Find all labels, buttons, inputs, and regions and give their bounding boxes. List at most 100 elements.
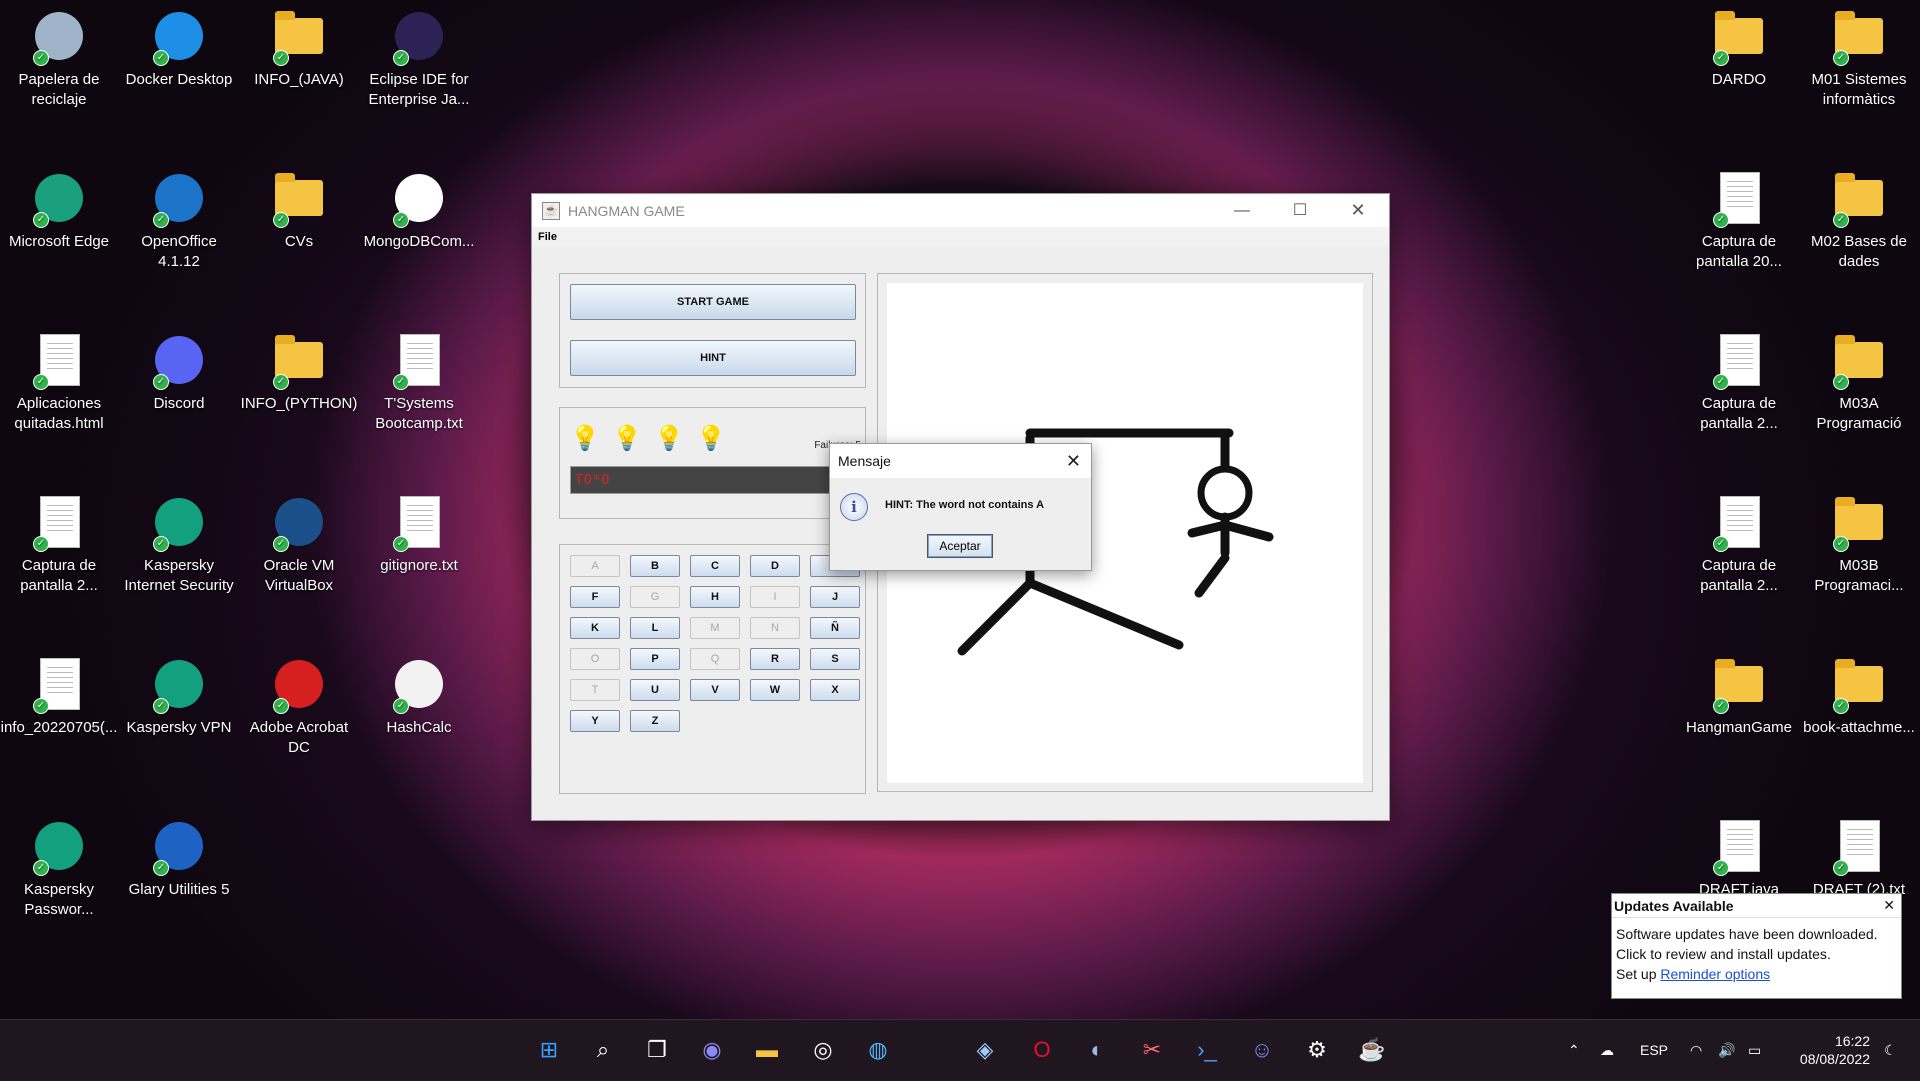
dialog-close-icon[interactable]: ✕ <box>1066 444 1081 478</box>
desktop-icon[interactable]: ✓ Captura de pantalla 2... <box>0 494 118 596</box>
desktop-icon-label: INFO_(PYTHON) <box>240 395 358 412</box>
hashcalc-icon: ✓ <box>391 656 447 714</box>
language-indicator[interactable]: ESP <box>1640 1020 1668 1081</box>
desktop-icon[interactable]: ✓ OpenOffice 4.1.12 <box>120 170 238 272</box>
desktop-icon-label: Kaspersky Passwor... <box>23 881 95 918</box>
volume-icon[interactable]: 🔊 <box>1718 1020 1735 1081</box>
window-title: HANGMAN GAME <box>568 202 685 219</box>
desktop-icon[interactable]: ✓ info_20220705(... <box>0 656 118 738</box>
discord-icon[interactable]: ☺ <box>1245 1033 1279 1067</box>
update-notification[interactable]: Updates Available ✕ Software updates hav… <box>1611 893 1902 999</box>
menu-file[interactable]: File <box>538 231 557 243</box>
desktop-icon[interactable]: ✓ M01 Sistemes informàtics <box>1800 8 1918 110</box>
folder-icon: ✓ <box>1711 656 1767 714</box>
desktop-icon[interactable]: ✓ Glary Utilities 5 <box>120 818 238 900</box>
desktop-icon[interactable]: ✓ gitignore.txt <box>360 494 478 576</box>
desktop-icon[interactable]: ✓ HangmanGame <box>1680 656 1798 738</box>
title-bar[interactable]: ☕ HANGMAN GAME — ☐ ✕ <box>532 194 1389 227</box>
desktop-icon[interactable]: ✓ Kaspersky Internet Security <box>120 494 238 596</box>
search-icon[interactable]: ⌕ <box>586 1033 620 1067</box>
letter-key-S[interactable]: S <box>810 648 860 670</box>
kaspersky-password-icon: ✓ <box>31 818 87 876</box>
letter-key-H[interactable]: H <box>690 586 740 608</box>
letter-key-P[interactable]: P <box>630 648 680 670</box>
letter-key-K[interactable]: K <box>570 617 620 639</box>
desktop-icon[interactable]: ✓ book-attachme... <box>1800 656 1918 738</box>
desktop-icon[interactable]: ✓ Docker Desktop <box>120 8 238 90</box>
browser-icon[interactable]: ◍ <box>861 1033 895 1067</box>
letter-key-X[interactable]: X <box>810 679 860 701</box>
desktop-icon[interactable]: ✓ MongoDBCom... <box>360 170 478 252</box>
desktop-icon[interactable]: ✓ INFO_(PYTHON) <box>240 332 358 414</box>
desktop-icon[interactable]: ✓ INFO_(JAVA) <box>240 8 358 90</box>
show-hidden-icons-icon[interactable]: ⌃ <box>1568 1020 1580 1081</box>
desktop-icon[interactable]: ✓ Microsoft Edge <box>0 170 118 252</box>
letter-key-V[interactable]: V <box>690 679 740 701</box>
start-icon[interactable]: ⊞ <box>532 1033 566 1067</box>
accept-button[interactable]: Aceptar <box>927 534 993 558</box>
java-icon[interactable]: ☕ <box>1355 1033 1389 1067</box>
desktop-icon[interactable]: ✓ M03A Programació <box>1800 332 1918 434</box>
letter-key-Z[interactable]: Z <box>630 710 680 732</box>
letter-key-Y[interactable]: Y <box>570 710 620 732</box>
desktop-icon[interactable]: ✓ Captura de pantalla 2... <box>1680 332 1798 434</box>
desktop-icon[interactable]: ✓ T'Systems Bootcamp.txt <box>360 332 478 434</box>
wifi-icon[interactable]: ◠ <box>1690 1020 1702 1081</box>
desktop-icon[interactable]: ✓ DRAFT.java <box>1680 818 1798 900</box>
recycle-bin-icon: ✓ <box>31 8 87 66</box>
desktop-icon[interactable]: ✓ Discord <box>120 332 238 414</box>
letter-key-F[interactable]: F <box>570 586 620 608</box>
desktop-icon-label: Glary Utilities 5 <box>128 881 230 898</box>
desktop-icon[interactable]: ✓ Aplicaciones quitadas.html <box>0 332 118 434</box>
letter-key-R[interactable]: R <box>750 648 800 670</box>
camera-icon[interactable]: ◎ <box>806 1033 840 1067</box>
letter-key-C[interactable]: C <box>690 555 740 577</box>
desktop-icon[interactable]: ✓ Eclipse IDE for Enterprise Ja... <box>360 8 478 110</box>
desktop-icon[interactable]: ✓ Captura de pantalla 2... <box>1680 494 1798 596</box>
terminal-icon[interactable]: ›_ <box>1190 1033 1224 1067</box>
file-explorer-icon[interactable]: ▬ <box>750 1033 784 1067</box>
maximize-button[interactable]: ☐ <box>1271 194 1329 227</box>
settings-icon[interactable]: ⚙ <box>1300 1033 1334 1067</box>
opera-icon[interactable]: O <box>1025 1033 1059 1067</box>
desktop-icon[interactable]: ✓ DARDO <box>1680 8 1798 90</box>
eclipse-icon[interactable]: ◐ <box>1080 1033 1114 1067</box>
start-game-button[interactable]: START GAME <box>570 284 856 320</box>
minimize-button[interactable]: — <box>1213 194 1271 227</box>
letter-key-L[interactable]: L <box>630 617 680 639</box>
desktop-icon[interactable]: ✓ CVs <box>240 170 358 252</box>
reminder-options-link[interactable]: Reminder options <box>1660 966 1770 982</box>
desktop-icon[interactable]: ✓ Kaspersky Passwor... <box>0 818 118 920</box>
notification-body[interactable]: Software updates have been downloaded. C… <box>1616 924 1897 964</box>
message-dialog[interactable]: Mensaje ✕ i HINT: The word not contains … <box>829 443 1092 571</box>
notification-center-icon[interactable]: ☾ <box>1884 1020 1897 1081</box>
desktop-icon[interactable]: ✓ Captura de pantalla 20... <box>1680 170 1798 272</box>
letter-key-J[interactable]: J <box>810 586 860 608</box>
desktop-icon[interactable]: ✓ DRAFT (2).txt <box>1800 818 1918 900</box>
desktop-icon[interactable]: ✓ HashCalc <box>360 656 478 738</box>
letter-key-Q: Q <box>690 648 740 670</box>
desktop-icon[interactable]: ✓ M03B Programaci... <box>1800 494 1918 596</box>
hint-button[interactable]: HINT <box>570 340 856 376</box>
close-button[interactable]: ✕ <box>1329 194 1387 227</box>
clock[interactable]: 16:22 08/08/2022 <box>1800 1032 1870 1068</box>
battery-icon[interactable]: ▭ <box>1748 1020 1761 1081</box>
desktop-icon[interactable]: ✓ Adobe Acrobat DC <box>240 656 358 758</box>
virtualbox-icon[interactable]: ◈ <box>968 1033 1002 1067</box>
snipping-tool-icon[interactable]: ✂ <box>1135 1033 1169 1067</box>
desktop-icon[interactable]: ✓ Papelera de reciclaje <box>0 8 118 110</box>
desktop-icon[interactable]: ✓ Oracle VM VirtualBox <box>240 494 358 596</box>
desktop-icon[interactable]: ✓ M02 Bases de dades <box>1800 170 1918 272</box>
task-view-icon[interactable]: ❐ <box>640 1033 674 1067</box>
desktop-icon[interactable]: ✓ Kaspersky VPN <box>120 656 238 738</box>
letter-key-Ñ[interactable]: Ñ <box>810 617 860 639</box>
dialog-title-bar[interactable]: Mensaje ✕ <box>830 444 1091 478</box>
chat-icon[interactable]: ◉ <box>695 1033 729 1067</box>
letter-key-U[interactable]: U <box>630 679 680 701</box>
letter-key-W[interactable]: W <box>750 679 800 701</box>
letter-key-B[interactable]: B <box>630 555 680 577</box>
letter-key-D[interactable]: D <box>750 555 800 577</box>
onedrive-icon[interactable]: ☁ <box>1600 1020 1614 1081</box>
dialog-title: Mensaje <box>838 453 891 469</box>
notification-close-icon[interactable]: ✕ <box>1883 897 1895 914</box>
